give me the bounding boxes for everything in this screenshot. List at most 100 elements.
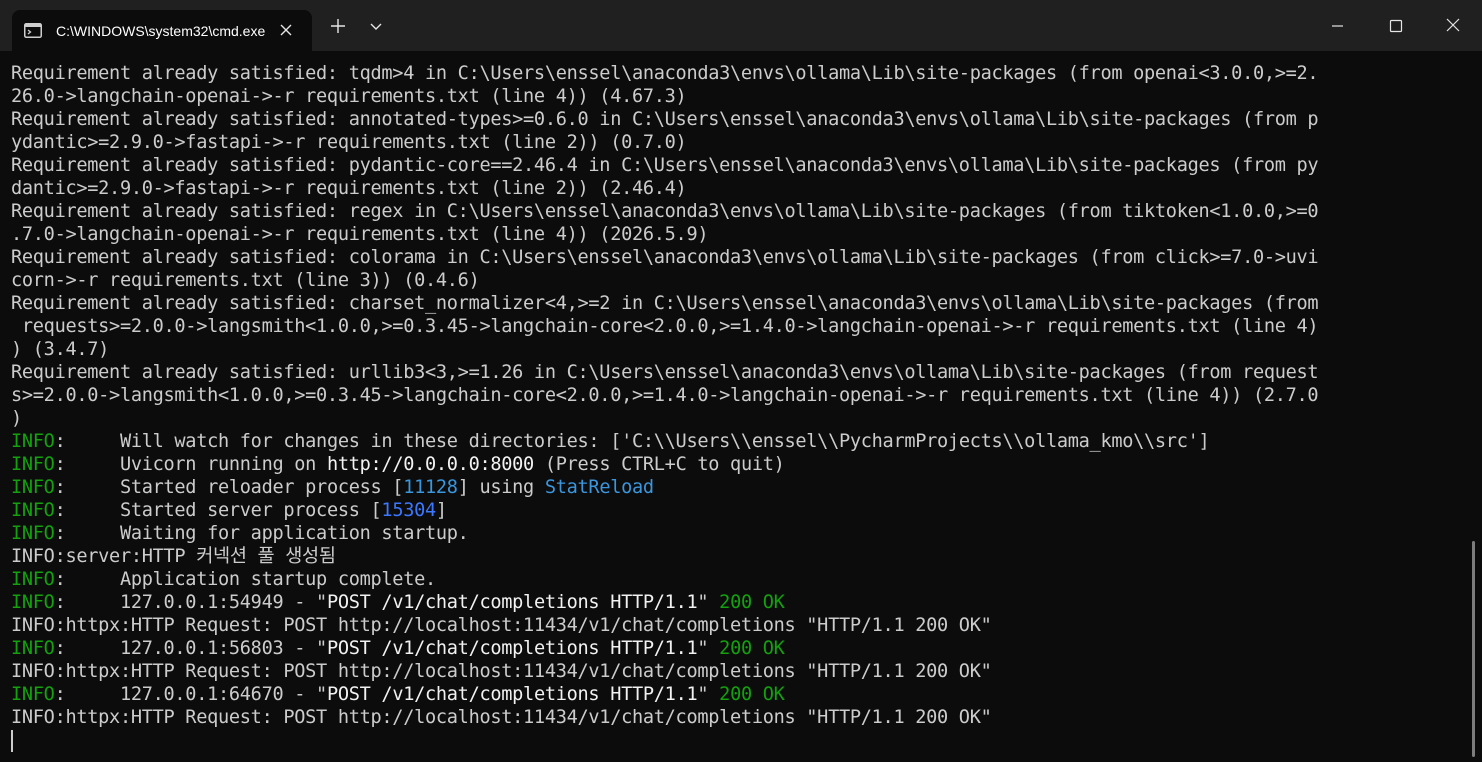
terminal-text-segment: POST /v1/chat/completions HTTP/1.1 — [326, 592, 698, 613]
terminal-text-segment: ydantic>=2.9.0->fastapi->-r requirements… — [11, 132, 687, 153]
terminal-line: INFO:httpx:HTTP Request: POST http://loc… — [11, 614, 1456, 637]
terminal-line: INFO: Will watch for changes in these di… — [11, 430, 1456, 453]
terminal-text-segment: POST /v1/chat/completions HTTP/1.1 — [326, 684, 698, 705]
terminal-text-segment: INFO — [11, 500, 55, 521]
terminal-line: Requirement already satisfied: urllib3<3… — [11, 361, 1456, 384]
tab-title: C:\WINDOWS\system32\cmd.exe — [56, 23, 266, 39]
terminal-line: Requirement already satisfied: colorama … — [11, 246, 1456, 269]
terminal-line: INFO: Started server process [15304] — [11, 499, 1456, 522]
terminal-pane[interactable]: Requirement already satisfied: tqdm>4 in… — [0, 51, 1482, 762]
terminal-text-segment: StatReload — [544, 477, 654, 498]
terminal-text-segment: : Started server process [ — [54, 500, 382, 521]
terminal-line: INFO: Application startup complete. — [11, 568, 1456, 591]
terminal-line: 26.0->langchain-openai->-r requirements.… — [11, 85, 1456, 108]
terminal-text-segment: INFO:httpx:HTTP Request: POST http://loc… — [11, 661, 992, 682]
terminal-text-segment: 200 OK — [719, 638, 785, 659]
terminal-text-segment: : Waiting for application startup. — [54, 523, 469, 544]
terminal-text-segment: : 127.0.0.1:54949 - " — [54, 592, 328, 613]
terminal-text-segment: INFO — [11, 638, 55, 659]
terminal-window: C:\WINDOWS\system32\cmd.exe Requirement … — [0, 0, 1482, 762]
terminal-text-segment: requests>=2.0.0->langsmith<1.0.0,>=0.3.4… — [11, 316, 1319, 337]
scrollbar-thumb[interactable] — [1472, 541, 1475, 757]
maximize-icon — [1389, 19, 1403, 33]
terminal-text-segment: http://0.0.0.0:8000 — [326, 454, 534, 475]
tab-cmd[interactable]: C:\WINDOWS\system32\cmd.exe — [12, 10, 312, 51]
terminal-text-segment: INFO:server:HTTP 커넥션 풀 생성됨 — [11, 546, 336, 567]
terminal-text-segment: ] using — [457, 477, 545, 498]
maximize-button[interactable] — [1366, 0, 1424, 51]
terminal-text-segment: INFO:httpx:HTTP Request: POST http://loc… — [11, 707, 992, 728]
terminal-text-segment: 26.0->langchain-openai->-r requirements.… — [11, 86, 687, 107]
terminal-text-segment: 200 OK — [719, 592, 785, 613]
title-bar[interactable]: C:\WINDOWS\system32\cmd.exe — [0, 0, 1482, 51]
terminal-text-segment: " — [697, 592, 720, 613]
terminal-line: INFO: Waiting for application startup. — [11, 522, 1456, 545]
terminal-line: ) (3.4.7) — [11, 338, 1456, 361]
terminal-text-segment: ) (3.4.7) — [11, 339, 110, 360]
terminal-text-segment: INFO:httpx:HTTP Request: POST http://loc… — [11, 615, 992, 636]
terminal-line: requests>=2.0.0->langsmith<1.0.0,>=0.3.4… — [11, 315, 1456, 338]
terminal-line: Requirement already satisfied: charset_n… — [11, 292, 1456, 315]
terminal-text-segment: ] — [435, 500, 447, 521]
terminal-text-segment: INFO — [11, 592, 55, 613]
terminal-line: Requirement already satisfied: annotated… — [11, 108, 1456, 131]
minimize-button[interactable] — [1308, 0, 1366, 51]
terminal-text-segment: .7.0->langchain-openai->-r requirements.… — [11, 224, 709, 245]
terminal-text-segment: POST /v1/chat/completions HTTP/1.1 — [326, 638, 698, 659]
terminal-text-segment: ) — [11, 408, 22, 429]
terminal-text-segment: Requirement already satisfied: pydantic-… — [11, 155, 1319, 176]
terminal-text-segment: 11128 — [403, 477, 458, 498]
terminal-text-segment: : Uvicorn running on — [54, 454, 327, 475]
terminal-text-segment: 15304 — [381, 500, 436, 521]
terminal-line: INFO:httpx:HTTP Request: POST http://loc… — [11, 706, 1456, 729]
terminal-line: INFO: Uvicorn running on http://0.0.0.0:… — [11, 453, 1456, 476]
terminal-text-segment: : Application startup complete. — [54, 569, 437, 590]
chevron-down-icon — [370, 23, 382, 30]
terminal-text-segment: " — [697, 638, 720, 659]
minimize-icon — [1332, 25, 1343, 27]
terminal-text-segment: (Press CTRL+C to quit) — [533, 454, 785, 475]
new-tab-button[interactable] — [322, 12, 354, 40]
terminal-text-segment: " — [697, 684, 720, 705]
plus-icon — [331, 19, 345, 33]
terminal-line: dantic>=2.9.0->fastapi->-r requirements.… — [11, 177, 1456, 200]
close-button[interactable] — [1424, 0, 1482, 51]
terminal-text-segment: INFO — [11, 454, 55, 475]
terminal-text-segment: Requirement already satisfied: annotated… — [11, 109, 1319, 130]
terminal-text-segment: 200 OK — [719, 684, 785, 705]
close-icon[interactable] — [276, 20, 296, 40]
terminal-line: Requirement already satisfied: regex in … — [11, 200, 1456, 223]
terminal-text-segment: : Started reloader process [ — [54, 477, 404, 498]
terminal-text-segment: Requirement already satisfied: charset_n… — [11, 293, 1319, 314]
terminal-text-segment: Requirement already satisfied: tqdm>4 in… — [11, 63, 1319, 84]
terminal-text-segment: s>=2.0.0->langsmith<1.0.0,>=0.3.45->lang… — [11, 385, 1319, 406]
terminal-text-segment: Requirement already satisfied: urllib3<3… — [11, 362, 1319, 383]
terminal-icon — [24, 23, 42, 38]
terminal-line: Requirement already satisfied: tqdm>4 in… — [11, 62, 1456, 85]
terminal-text-segment: : Will watch for changes in these direct… — [54, 431, 1210, 452]
terminal-text-segment: Requirement already satisfied: regex in … — [11, 201, 1319, 222]
close-icon — [1446, 18, 1460, 32]
terminal-text-segment: INFO — [11, 684, 55, 705]
terminal-text-segment: INFO — [11, 523, 55, 544]
terminal-line: ) — [11, 407, 1456, 430]
terminal-line: .7.0->langchain-openai->-r requirements.… — [11, 223, 1456, 246]
terminal-line: s>=2.0.0->langsmith<1.0.0,>=0.3.45->lang… — [11, 384, 1456, 407]
terminal-line: ydantic>=2.9.0->fastapi->-r requirements… — [11, 131, 1456, 154]
terminal-text-segment: INFO — [11, 569, 55, 590]
terminal-line: INFO: Started reloader process [11128] u… — [11, 476, 1456, 499]
terminal-line: INFO: 127.0.0.1:64670 - "POST /v1/chat/c… — [11, 683, 1456, 706]
terminal-text-segment: : 127.0.0.1:64670 - " — [54, 684, 328, 705]
terminal-line: INFO:server:HTTP 커넥션 풀 생성됨 — [11, 545, 1456, 568]
terminal-line: Requirement already satisfied: pydantic-… — [11, 154, 1456, 177]
terminal-line: INFO:httpx:HTTP Request: POST http://loc… — [11, 660, 1456, 683]
text-cursor — [11, 730, 13, 752]
terminal-text-segment: : 127.0.0.1:56803 - " — [54, 638, 328, 659]
terminal-output: Requirement already satisfied: tqdm>4 in… — [11, 62, 1456, 752]
terminal-line: INFO: 127.0.0.1:56803 - "POST /v1/chat/c… — [11, 637, 1456, 660]
terminal-line: INFO: 127.0.0.1:54949 - "POST /v1/chat/c… — [11, 591, 1456, 614]
terminal-text-segment: INFO — [11, 431, 55, 452]
tab-dropdown-button[interactable] — [360, 12, 392, 40]
terminal-text-segment: corn->-r requirements.txt (line 3)) (0.4… — [11, 270, 480, 291]
terminal-text-segment: dantic>=2.9.0->fastapi->-r requirements.… — [11, 178, 687, 199]
